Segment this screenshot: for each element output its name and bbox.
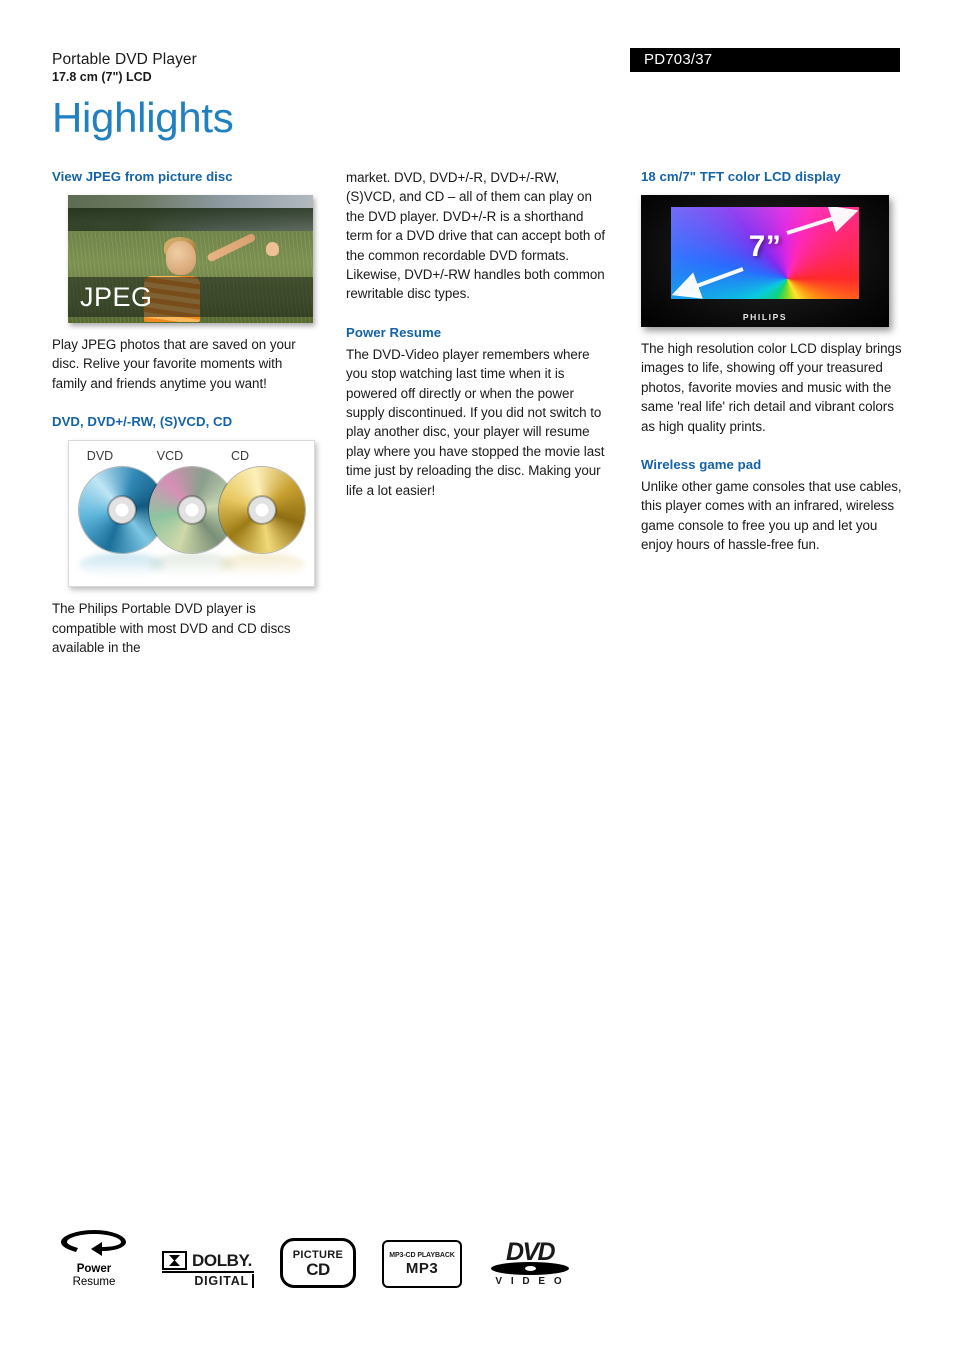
section-heading-wireless-game-pad: Wireless game pad (641, 457, 762, 473)
disc-formats-image: DVD VCD CD (68, 440, 315, 588)
picture-cd-line1: PICTURE (292, 1248, 344, 1261)
disc-label-vcd: VCD (156, 449, 184, 464)
photo-overlay-label: JPEG (80, 282, 153, 312)
certification-logo-row: Power Resume DOLBY. DIGITAL PICTURE CD M… (52, 1226, 912, 1288)
dolby-wordmark: DOLBY. (192, 1251, 252, 1270)
document-header: Portable DVD Player 17.8 cm (7") LCD (52, 50, 612, 86)
lcd-color-gradient: 7” (671, 207, 859, 299)
body-text-lcd-display: The high resolution color LCD display br… (641, 341, 902, 434)
lcd-size-label: 7” (748, 230, 782, 264)
dvd-wordmark: DVD (506, 1238, 556, 1266)
logo-mp3-cd-playback: MP3-CD PLAYBACK MP3 (382, 1240, 462, 1288)
mp3-playback-label: MP3-CD PLAYBACK (389, 1252, 455, 1259)
body-text-disc-formats: The Philips Portable DVD player is compa… (52, 601, 291, 656)
picture-cd-line2: CD (306, 1259, 330, 1279)
logo-dvd-video: DVD V I D E O (488, 1240, 572, 1288)
photo-boy-head (166, 241, 196, 276)
section-heading-disc-formats: DVD, DVD+/-RW, (S)VCD, CD (52, 414, 233, 430)
power-resume-icon (61, 1230, 126, 1256)
body-text-view-jpeg: Play JPEG photos that are saved on your … (52, 337, 296, 391)
disc-graphic-cd (219, 467, 305, 554)
dolby-top-row: DOLBY. (162, 1251, 254, 1273)
highlights-columns: View JPEG from picture disc JPEG Play JP… (52, 168, 904, 657)
jpeg-sample-photo: JPEG (68, 195, 313, 323)
mp3-wordmark: MP3 (405, 1260, 439, 1277)
disc-label-cd: CD (230, 449, 250, 464)
disc-label-dvd: DVD (86, 449, 114, 464)
philips-brand-mark: PHILIPS (742, 312, 788, 322)
logo-picture-cd: PICTURE CD (280, 1238, 356, 1288)
page-title: Highlights (52, 94, 234, 141)
logo-power-resume: Power Resume (52, 1228, 136, 1288)
disc-reflection-cd (219, 553, 305, 578)
body-text-disc-formats-continued: market. DVD, DVD+/-R, DVD+/-RW, (S)VCD, … (346, 170, 606, 302)
column-left: View JPEG from picture disc JPEG Play JP… (52, 168, 315, 657)
product-name: Portable DVD Player (52, 51, 197, 68)
power-resume-label-line1: Power (76, 1263, 112, 1275)
logo-dolby-digital: DOLBY. DIGITAL (162, 1251, 254, 1288)
dvd-video-label: V I D E O (495, 1276, 565, 1287)
dolby-double-d-icon (162, 1251, 187, 1270)
section-heading-lcd-display: 18 cm/7" TFT color LCD display (641, 169, 841, 184)
photo-boy-right-hand (266, 242, 280, 257)
dolby-digital-label: DIGITAL (162, 1274, 254, 1288)
body-text-wireless-game-pad: Unlike other game consoles that use cabl… (641, 479, 902, 553)
column-middle: market. DVD, DVD+/-R, DVD+/-RW, (S)VCD, … (346, 168, 609, 657)
power-resume-label-line2: Resume (72, 1275, 116, 1288)
body-text-power-resume: The DVD-Video player remembers where you… (346, 346, 605, 498)
dvd-disc-icon (491, 1262, 569, 1275)
column-right: 18 cm/7" TFT color LCD display 7” PHILIP… (641, 168, 904, 657)
model-number-badge: PD703/37 (630, 48, 900, 72)
section-heading-view-jpeg: View JPEG from picture disc (52, 169, 233, 184)
lcd-display-image: 7” PHILIPS (641, 195, 889, 327)
product-subtitle: 17.8 cm (7") LCD (52, 70, 152, 84)
section-heading-power-resume: Power Resume (346, 324, 442, 340)
